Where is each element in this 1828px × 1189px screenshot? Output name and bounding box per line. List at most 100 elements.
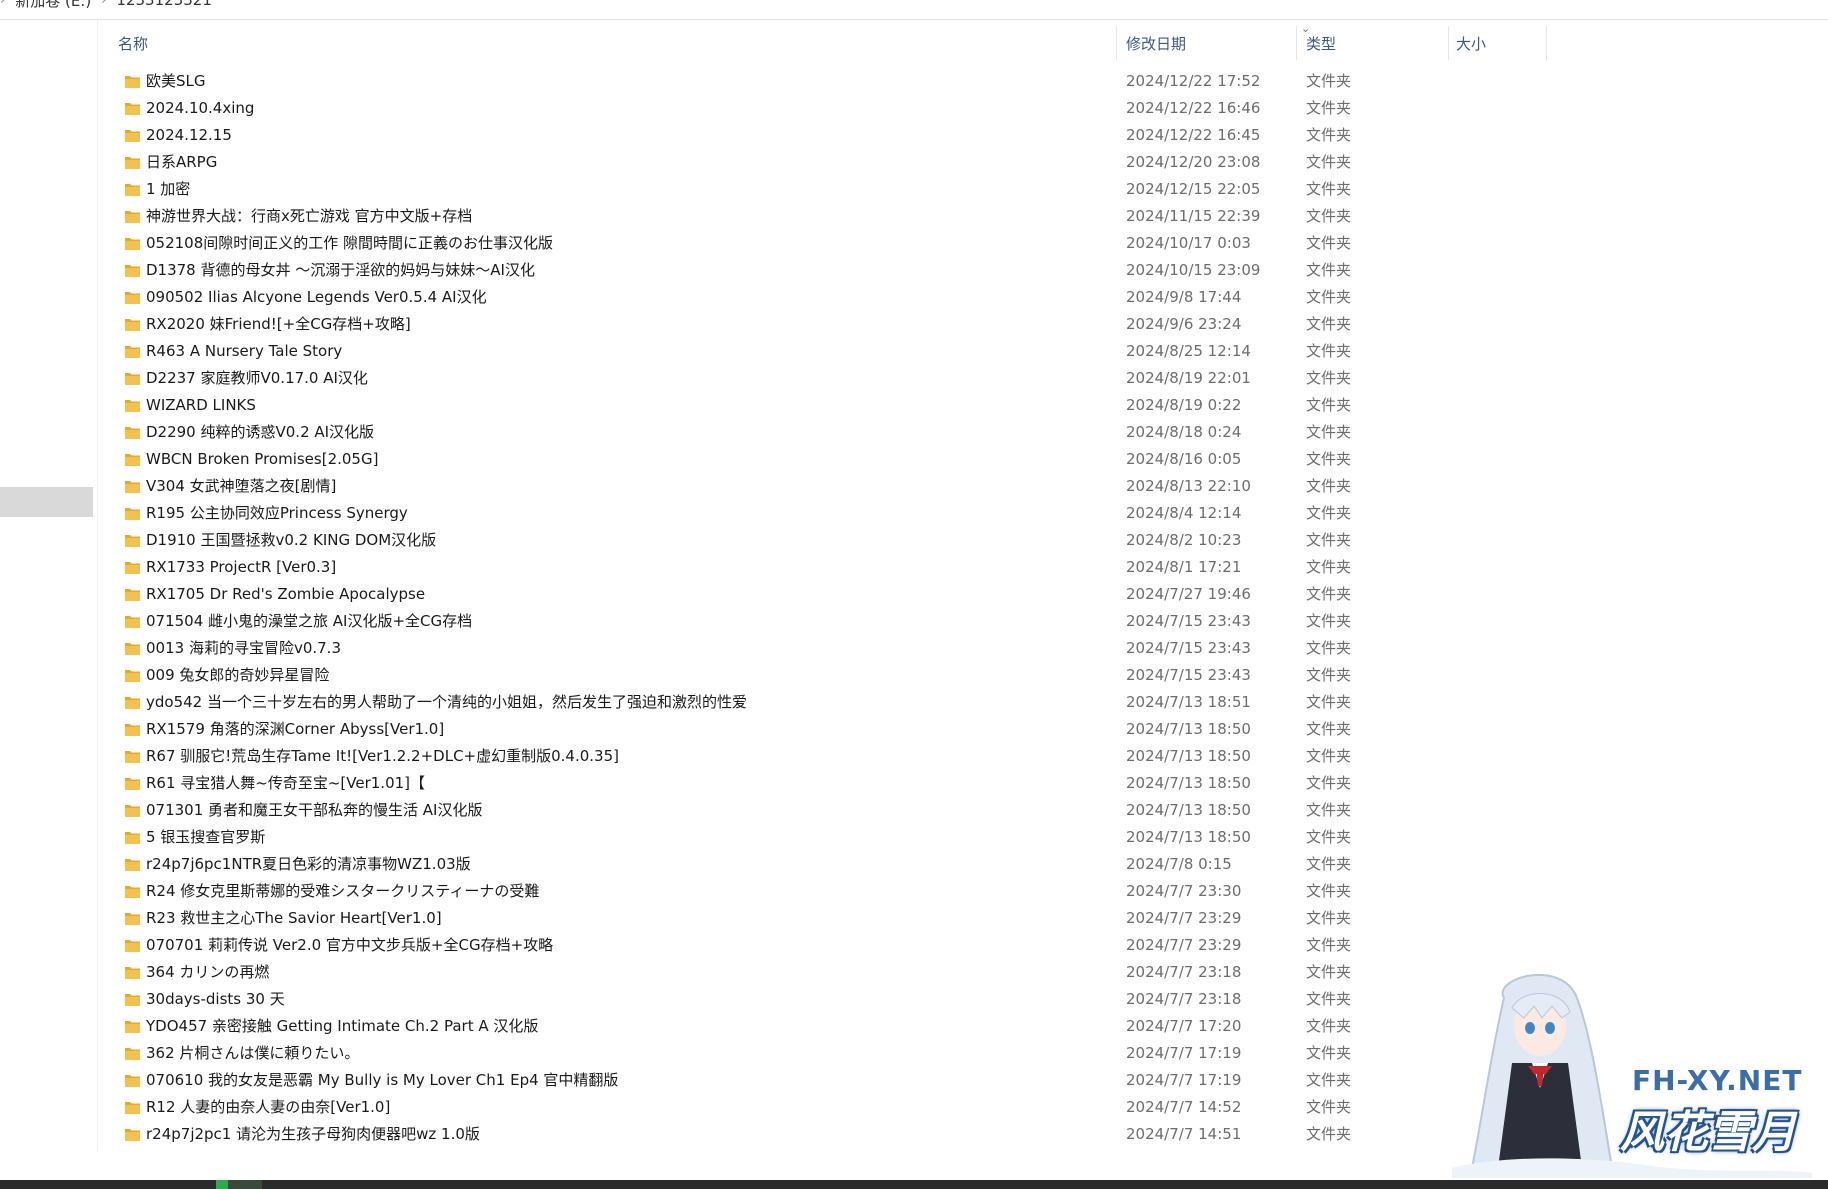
folder-icon — [125, 1021, 140, 1033]
file-name[interactable]: YDO457 亲密接触 Getting Intimate Ch.2 Part A… — [146, 1013, 538, 1040]
file-name[interactable]: D1910 王国暨拯救v0.2 KING DOM汉化版 — [146, 527, 436, 554]
file-row[interactable]: 5 银玉搜查官罗斯 2024/7/13 18:50 文件夹 — [98, 824, 1548, 851]
file-name[interactable]: R23 救世主之心The Savior Heart[Ver1.0] — [146, 905, 442, 932]
file-name[interactable]: R67 驯服它!荒岛生存Tame It![Ver1.2.2+DLC+虚幻重制版0… — [146, 743, 619, 770]
file-name[interactable]: ydo542 当一个三十岁左右的男人帮助了一个清纯的小姐姐，然后发生了强迫和激烈… — [146, 689, 747, 716]
file-name[interactable]: 070610 我的女友是恶霸 My Bully is My Lover Ch1 … — [146, 1067, 618, 1094]
file-row[interactable]: RX1705 Dr Red's Zombie Apocalypse 2024/7/… — [98, 581, 1548, 608]
file-row[interactable]: 0013 海莉的寻宝冒险v0.7.3 2024/7/15 23:43 文件夹 — [98, 635, 1548, 662]
file-name[interactable]: 日系ARPG — [146, 149, 217, 176]
file-name[interactable]: 2024.12.15 — [146, 122, 232, 149]
file-name[interactable]: RX1579 角落的深渊Corner Abyss[Ver1.0] — [146, 716, 444, 743]
file-name[interactable]: D2290 纯粹的诱惑V0.2 AI汉化版 — [146, 419, 374, 446]
file-name[interactable]: R12 人妻的由奈人妻の由奈[Ver1.0] — [146, 1094, 390, 1121]
file-name[interactable]: 1 加密 — [146, 176, 190, 203]
file-name[interactable]: RX1705 Dr Red's Zombie Apocalypse — [146, 581, 425, 608]
file-row[interactable]: r24p7j6pc1NTR夏日色彩的清凉事物WZ1.03版 2024/7/8 0:… — [98, 851, 1548, 878]
breadcrumb-folder[interactable]: 1233123321 — [116, 0, 211, 9]
file-row[interactable]: R23 救世主之心The Savior Heart[Ver1.0] 2024/7/… — [98, 905, 1548, 932]
file-name[interactable]: R195 公主协同效应Princess Synergy — [146, 500, 408, 527]
file-row[interactable]: 1 加密 2024/12/15 22:05 文件夹 — [98, 176, 1548, 203]
file-name[interactable]: r24p7j6pc1NTR夏日色彩的清凉事物WZ1.03版 — [146, 851, 471, 878]
file-row[interactable]: 052108间隙时间正义的工作 隙間時間に正義のお仕事汉化版 2024/10/17… — [98, 230, 1548, 257]
file-row[interactable]: RX1579 角落的深渊Corner Abyss[Ver1.0] 2024/7/1… — [98, 716, 1548, 743]
file-type: 文件夹 — [1306, 531, 1352, 549]
file-name[interactable]: RX2020 妹Friend![+全CG存档+攻略] — [146, 311, 411, 338]
file-row[interactable]: D1910 王国暨拯救v0.2 KING DOM汉化版 2024/8/2 10:2… — [98, 527, 1548, 554]
file-name[interactable]: 009 兔女郎的奇妙异星冒险 — [146, 662, 329, 689]
file-row[interactable]: WBCN Broken Promises[2.05G] 2024/8/16 0:0… — [98, 446, 1548, 473]
file-date: 2024/7/7 17:19 — [1126, 1044, 1242, 1062]
file-row[interactable]: D2237 家庭教师V0.17.0 AI汉化 2024/8/19 22:01 文件夹 — [98, 365, 1548, 392]
column-divider[interactable] — [1546, 26, 1547, 60]
file-name[interactable]: 2024.10.4xing — [146, 95, 254, 122]
file-row[interactable]: R67 驯服它!荒岛生存Tame It![Ver1.2.2+DLC+虚幻重制版0… — [98, 743, 1548, 770]
file-name[interactable]: R61 寻宝猎人舞~传奇至宝~[Ver1.01]【 — [146, 770, 425, 797]
file-row[interactable]: 090502 Ilias Alcyone Legends Ver0.5.4 AI… — [98, 284, 1548, 311]
file-row[interactable]: 071301 勇者和魔王女干部私奔的慢生活 AI汉化版 2024/7/13 18:… — [98, 797, 1548, 824]
navigation-pane[interactable] — [0, 20, 95, 1180]
column-header-date[interactable]: 修改日期 — [1126, 24, 1186, 64]
column-divider[interactable] — [1448, 26, 1449, 60]
file-name[interactable]: 362 片桐さんは僕に頼りたい。 — [146, 1040, 359, 1067]
file-name[interactable]: D1378 背德的母女丼 ～沉溺于淫欲的妈妈与妹妹～AI汉化 — [146, 257, 535, 284]
file-name[interactable]: D2237 家庭教师V0.17.0 AI汉化 — [146, 365, 368, 392]
file-row[interactable]: 070701 莉莉传说 Ver2.0 官方中文步兵版+全CG存档+攻略 2024/… — [98, 932, 1548, 959]
column-header-name[interactable]: 名称 — [118, 24, 148, 64]
file-name[interactable]: 071504 雌小鬼的澡堂之旅 AI汉化版+全CG存档 — [146, 608, 472, 635]
column-header-type[interactable]: 类型 — [1306, 24, 1336, 64]
file-name[interactable]: WIZARD LINKS — [146, 392, 256, 419]
file-row[interactable]: RX2020 妹Friend![+全CG存档+攻略] 2024/9/6 23:24… — [98, 311, 1548, 338]
column-header-size[interactable]: 大小 — [1456, 24, 1486, 64]
file-name[interactable]: R463 A Nursery Tale Story — [146, 338, 342, 365]
file-row[interactable]: R61 寻宝猎人舞~传奇至宝~[Ver1.01]【 2024/7/13 18:50… — [98, 770, 1548, 797]
column-divider[interactable] — [1296, 26, 1297, 60]
file-row[interactable]: R24 修女克里斯蒂娜的受难シスタークリスティーナの受難 2024/7/7 23:… — [98, 878, 1548, 905]
file-row[interactable]: 日系ARPG 2024/12/20 23:08 文件夹 — [98, 149, 1548, 176]
file-row[interactable]: R12 人妻的由奈人妻の由奈[Ver1.0] 2024/7/7 14:52 文件夹 — [98, 1094, 1548, 1121]
file-name[interactable]: 30days-dists 30 天 — [146, 986, 285, 1013]
file-name[interactable]: 052108间隙时间正义的工作 隙間時間に正義のお仕事汉化版 — [146, 230, 553, 257]
file-row[interactable]: r24p7j2pc1 请沦为生孩子母狗肉便器吧wz 1.0版 2024/7/7 1… — [98, 1121, 1548, 1148]
file-name[interactable]: 070701 莉莉传说 Ver2.0 官方中文步兵版+全CG存档+攻略 — [146, 932, 553, 959]
nav-selected-item[interactable] — [0, 487, 93, 517]
file-row[interactable]: 30days-dists 30 天 2024/7/7 23:18 文件夹 — [98, 986, 1548, 1013]
column-divider[interactable] — [1116, 26, 1117, 60]
file-name[interactable]: 神游世界大战：行商x死亡游戏 官方中文版+存档 — [146, 203, 472, 230]
file-row[interactable]: 362 片桐さんは僕に頼りたい。 2024/7/7 17:19 文件夹 — [98, 1040, 1548, 1067]
file-name[interactable]: 071301 勇者和魔王女干部私奔的慢生活 AI汉化版 — [146, 797, 482, 824]
taskbar-app-indicator[interactable] — [216, 1180, 262, 1189]
file-row[interactable]: 009 兔女郎的奇妙异星冒险 2024/7/15 23:43 文件夹 — [98, 662, 1548, 689]
file-row[interactable]: 2024.10.4xing 2024/12/22 16:46 文件夹 — [98, 95, 1548, 122]
file-row[interactable]: R195 公主协同效应Princess Synergy 2024/8/4 12:1… — [98, 500, 1548, 527]
file-name[interactable]: 0013 海莉的寻宝冒险v0.7.3 — [146, 635, 341, 662]
file-row[interactable]: RX1733 ProjectR [Ver0.3] 2024/8/1 17:21 文件… — [98, 554, 1548, 581]
file-name[interactable]: 5 银玉搜查官罗斯 — [146, 824, 265, 851]
file-type: 文件夹 — [1306, 612, 1352, 630]
file-type: 文件夹 — [1306, 72, 1352, 90]
file-row[interactable]: 欧美SLG 2024/12/22 17:52 文件夹 — [98, 68, 1548, 95]
file-row[interactable]: 071504 雌小鬼的澡堂之旅 AI汉化版+全CG存档 2024/7/15 23:… — [98, 608, 1548, 635]
file-name[interactable]: V304 女武神堕落之夜[剧情] — [146, 473, 336, 500]
file-row[interactable]: R463 A Nursery Tale Story 2024/8/25 12:14… — [98, 338, 1548, 365]
file-name[interactable]: 欧美SLG — [146, 68, 206, 95]
file-row[interactable]: D1378 背德的母女丼 ～沉溺于淫欲的妈妈与妹妹～AI汉化 2024/10/15… — [98, 257, 1548, 284]
file-row[interactable]: 2024.12.15 2024/12/22 16:45 文件夹 — [98, 122, 1548, 149]
file-name[interactable]: WBCN Broken Promises[2.05G] — [146, 446, 378, 473]
file-name[interactable]: RX1733 ProjectR [Ver0.3] — [146, 554, 336, 581]
file-row[interactable]: ydo542 当一个三十岁左右的男人帮助了一个清纯的小姐姐，然后发生了强迫和激烈… — [98, 689, 1548, 716]
file-row[interactable]: WIZARD LINKS 2024/8/19 0:22 文件夹 — [98, 392, 1548, 419]
file-name[interactable]: R24 修女克里斯蒂娜的受难シスタークリスティーナの受難 — [146, 878, 539, 905]
folder-icon — [125, 778, 140, 790]
file-row[interactable]: 070610 我的女友是恶霸 My Bully is My Lover Ch1 … — [98, 1067, 1548, 1094]
file-row[interactable]: D2290 纯粹的诱惑V0.2 AI汉化版 2024/8/18 0:24 文件夹 — [98, 419, 1548, 446]
file-name[interactable]: r24p7j2pc1 请沦为生孩子母狗肉便器吧wz 1.0版 — [146, 1121, 480, 1148]
file-name[interactable]: 364 カリンの再燃 — [146, 959, 269, 986]
file-row[interactable]: YDO457 亲密接触 Getting Intimate Ch.2 Part A… — [98, 1013, 1548, 1040]
file-row[interactable]: 神游世界大战：行商x死亡游戏 官方中文版+存档 2024/11/15 22:39 文… — [98, 203, 1548, 230]
file-row[interactable]: 364 カリンの再燃 2024/7/7 23:18 文件夹 — [98, 959, 1548, 986]
breadcrumb-drive[interactable]: 新加卷 (E:) — [15, 0, 91, 11]
file-name[interactable]: 090502 Ilias Alcyone Legends Ver0.5.4 AI… — [146, 284, 487, 311]
file-row[interactable]: V304 女武神堕落之夜[剧情] 2024/8/13 22:10 文件夹 — [98, 473, 1548, 500]
folder-icon — [125, 724, 140, 736]
